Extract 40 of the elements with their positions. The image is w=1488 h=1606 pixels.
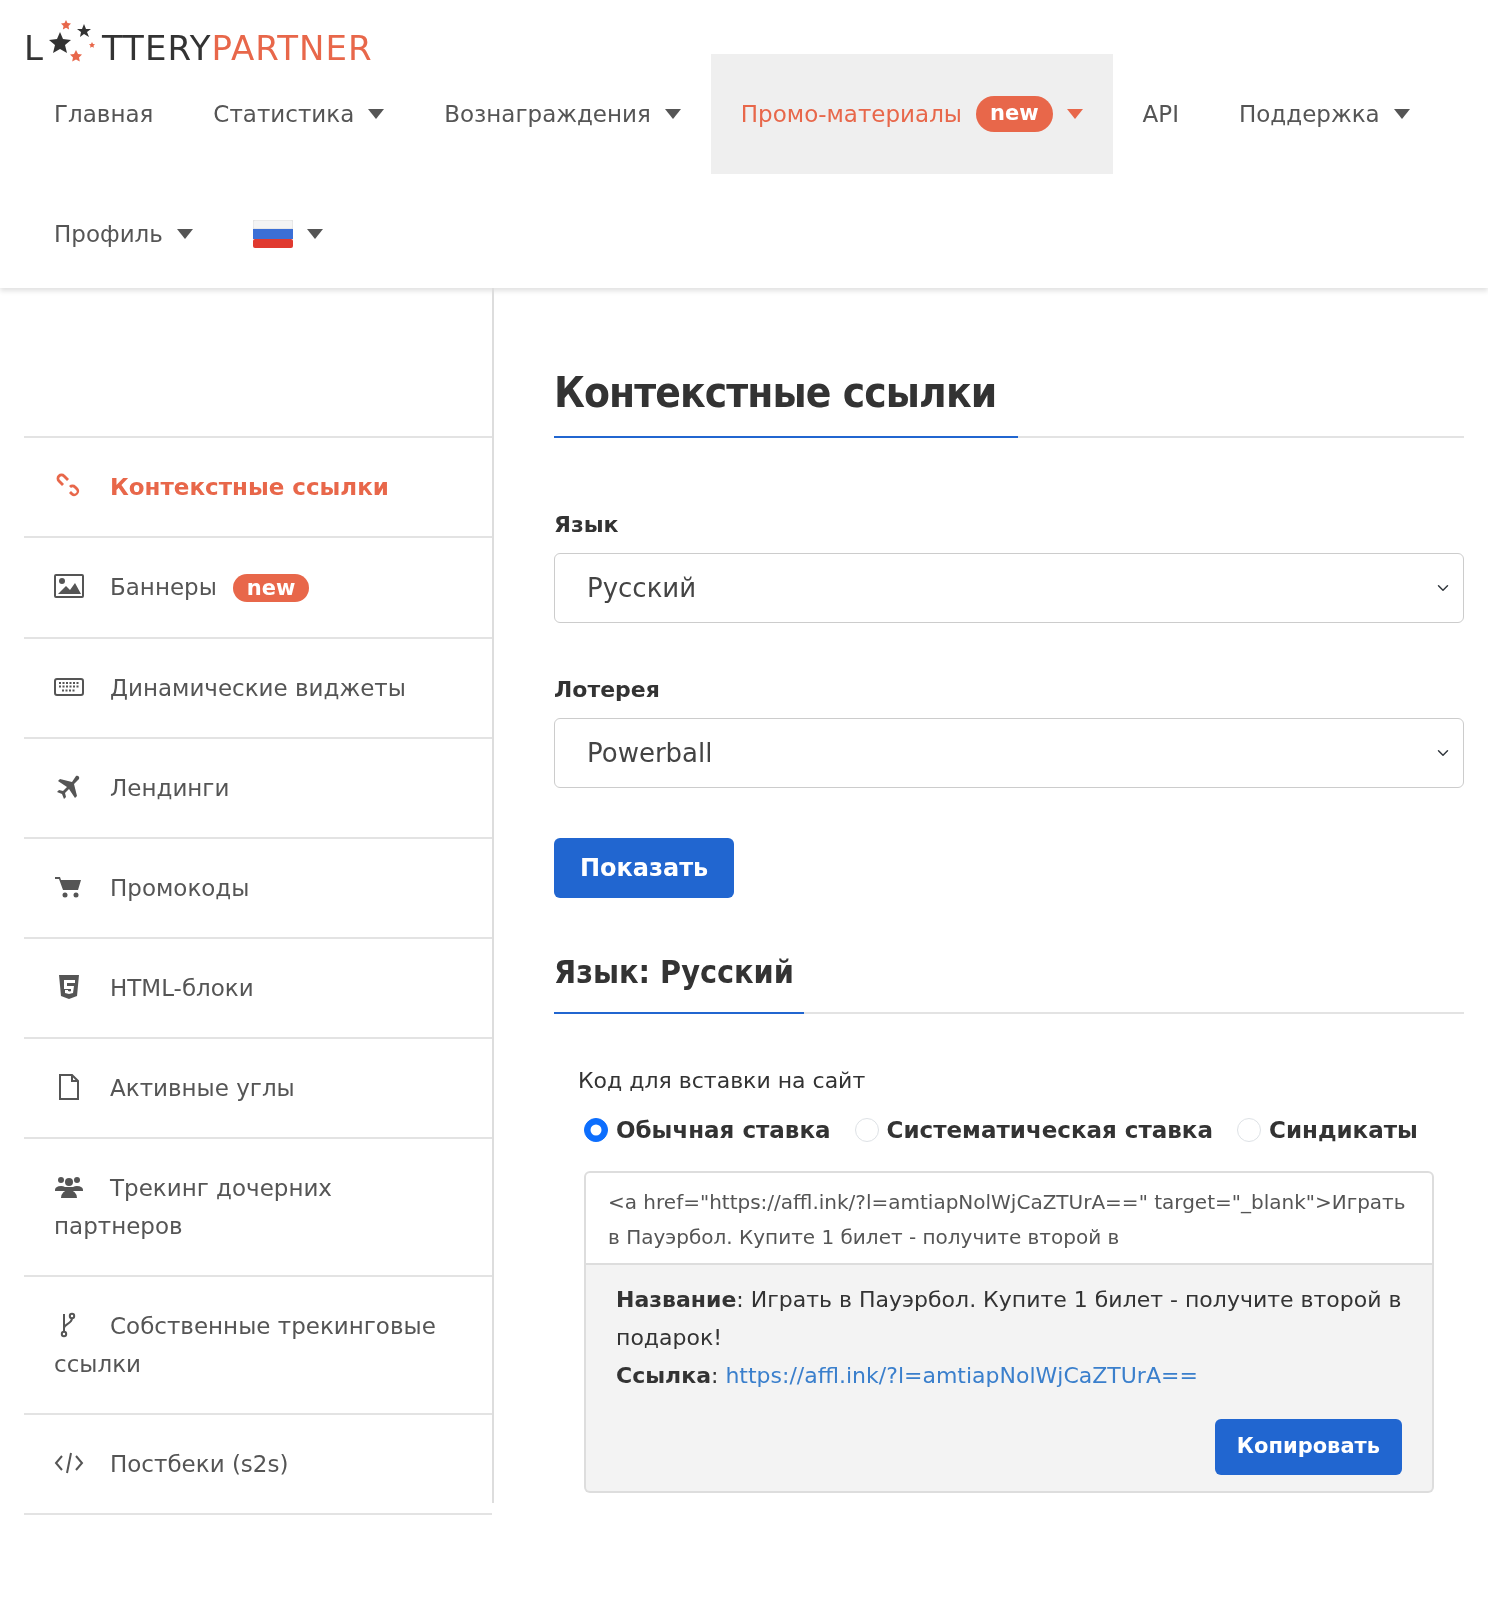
logo-text: TTERY: [101, 31, 212, 65]
radio-label: Систематическая ставка: [886, 1115, 1213, 1145]
field-label: Лотерея: [554, 676, 661, 705]
sidebar-item[interactable]: Промокоды: [24, 839, 492, 939]
sidebar-item[interactable]: Постбеки (s2s): [24, 1415, 492, 1515]
code-field[interactable]: <a href="https://affl.ink/?l=amtiapNolWjCaZTUrA==" target="_blank">Играть в Пауэрбол. Купите 1 билет - получите второй в: [584, 1171, 1434, 1266]
sidebar-item[interactable]: Собственные трекинговые ссылки: [24, 1277, 492, 1415]
code-icon: [54, 1450, 84, 1476]
link-url[interactable]: https://affl.ink/?l=amtiapNolWjCaZTUrA==: [725, 1363, 1198, 1389]
logo-text: L: [24, 31, 44, 65]
sidebar-item[interactable]: Динамические виджеты: [24, 639, 492, 739]
page-title: Контекстные ссылки: [554, 368, 998, 419]
nav-link[interactable]: API: [1112, 54, 1209, 174]
radio-button[interactable]: [584, 1118, 608, 1143]
nav-link[interactable]: Профиль: [24, 174, 223, 294]
image-icon: [54, 573, 84, 599]
lottery-select[interactable]: Powerball: [554, 718, 1464, 789]
link-name-text: Название: Играть в Пауэрбол. Купите 1 билет - получите второй в подарок!: [616, 1286, 1402, 1353]
sidebar-item[interactable]: Лендинги: [24, 739, 492, 839]
language-select[interactable]: Русский: [554, 553, 1464, 624]
sidebar-item[interactable]: HTML-блоки: [24, 939, 492, 1039]
flag-icon: [252, 220, 293, 248]
section-title: Язык: Русский: [554, 953, 795, 994]
nav-link[interactable]: Вознаграждения: [414, 54, 711, 174]
field-label: Язык: [554, 511, 620, 540]
nav-link[interactable]: Поддержка: [1209, 54, 1440, 174]
cart-icon: [54, 874, 84, 900]
sidebar-item[interactable]: Трекинг дочерних партнеров: [24, 1139, 492, 1277]
new-badge: new: [976, 96, 1053, 132]
radio-label: Обычная ставка: [616, 1115, 831, 1145]
sidebar-item[interactable]: Баннеры new: [24, 538, 492, 639]
users-icon: [54, 1174, 84, 1200]
code-label: Код для вставки на сайт: [577, 1066, 867, 1095]
copy-button[interactable]: Копировать: [1214, 1419, 1402, 1475]
show-button[interactable]: Показать: [554, 838, 735, 899]
new-badge: new: [232, 574, 310, 602]
sidebar-item[interactable]: Активные углы: [24, 1039, 492, 1139]
logo-text: PARTNER: [211, 31, 373, 65]
link-text: Ссылка: https://affl.ink/?l=amtiapNolWjCaZTUrA==: [616, 1362, 1199, 1391]
radio-label: Синдикаты: [1269, 1115, 1418, 1145]
